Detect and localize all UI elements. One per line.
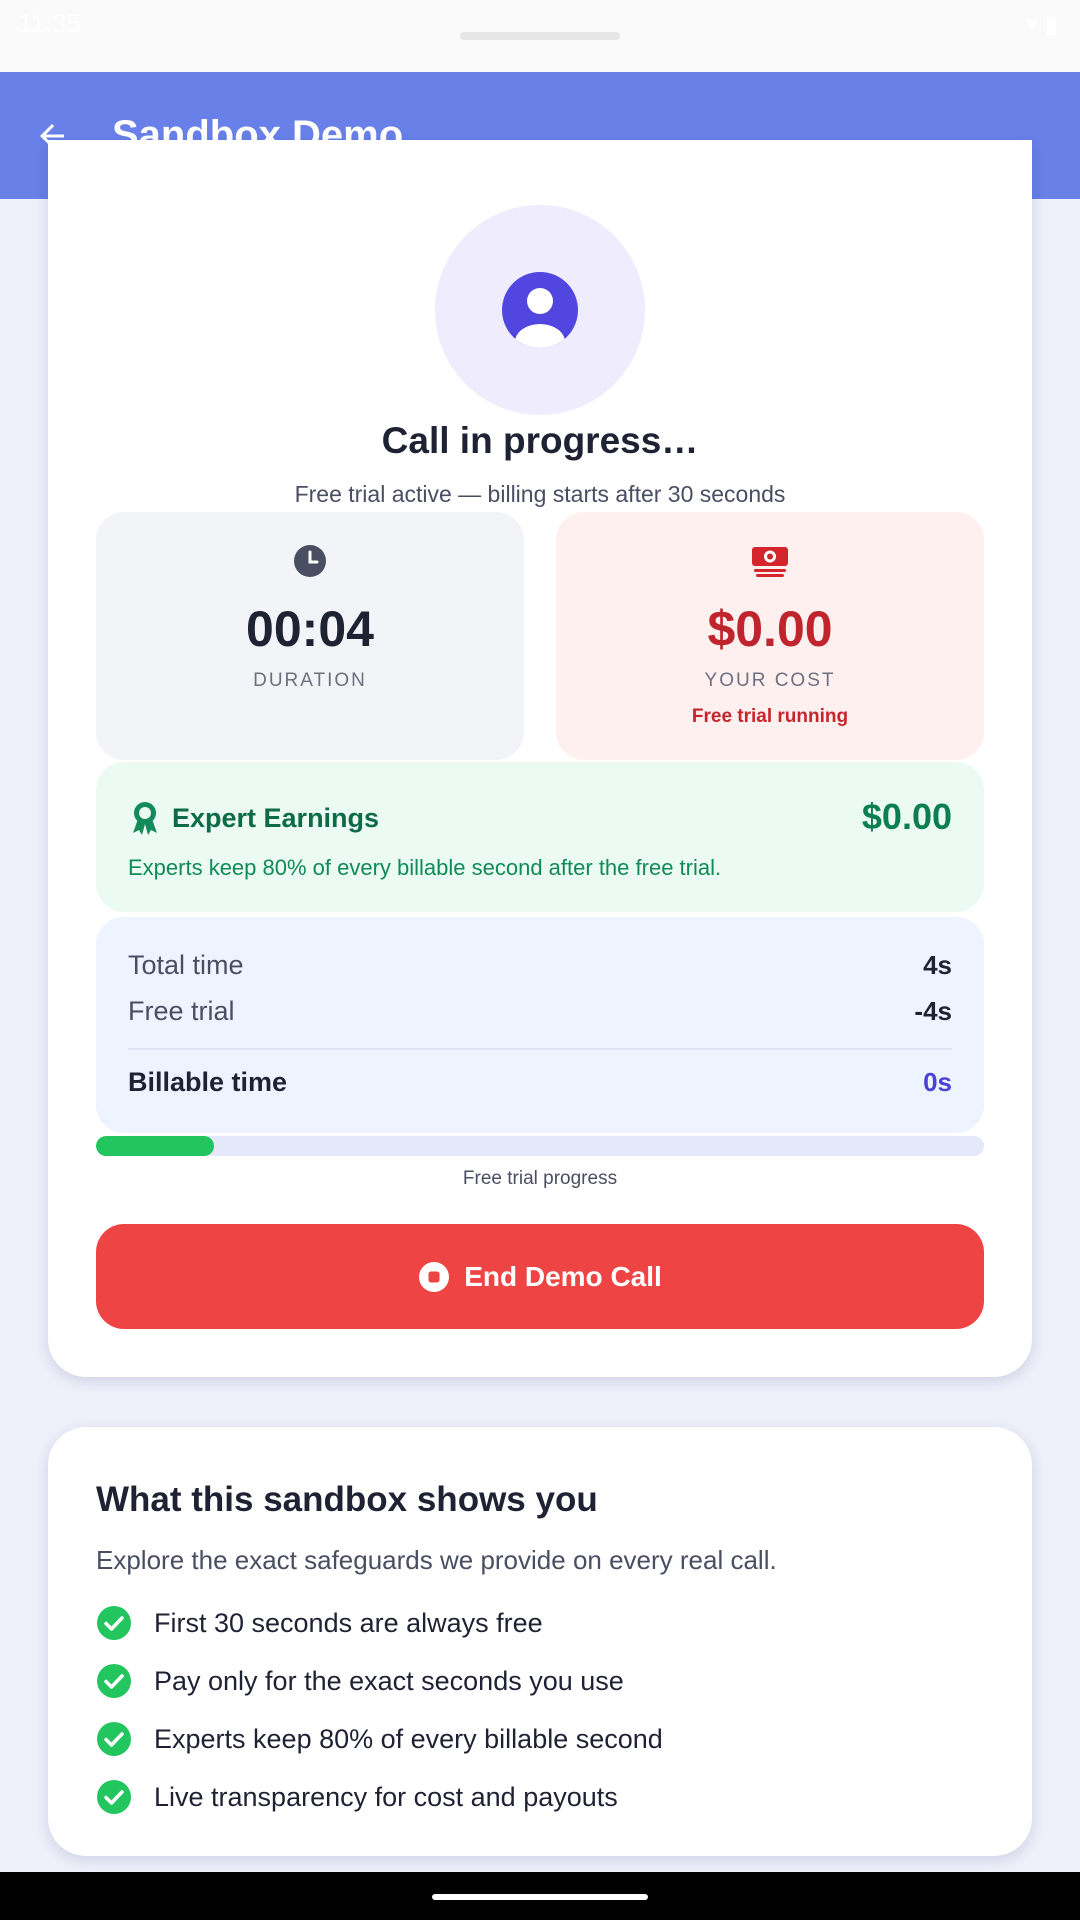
info-title: What this sandbox shows you <box>96 1480 598 1519</box>
list-item: Live transparency for cost and payouts <box>96 1768 663 1826</box>
duration-label: DURATION <box>253 670 367 691</box>
cost-value: $0.00 <box>707 601 833 657</box>
billable-time-label: Billable time <box>128 1067 288 1097</box>
duration-box: 00:04 DURATION <box>96 512 524 760</box>
avatar <box>435 205 645 415</box>
money-icon <box>752 547 788 577</box>
progress-caption: Free trial progress <box>462 1168 618 1189</box>
total-time-value: 4s <box>923 950 952 980</box>
home-gesture-handle[interactable] <box>432 1894 648 1900</box>
status-icons: ▾ ▮ <box>1026 11 1058 38</box>
divider <box>128 1048 952 1050</box>
list-item-text: Pay only for the exact seconds you use <box>154 1665 624 1696</box>
drag-handle <box>460 32 620 40</box>
check-circle-icon <box>97 1780 131 1814</box>
end-demo-call-label: End Demo Call <box>464 1260 662 1292</box>
list-item-text: Live transparency for cost and payouts <box>154 1781 618 1812</box>
duration-value: 00:04 <box>246 601 374 657</box>
info-description: Explore the exact safeguards we provide … <box>96 1545 777 1575</box>
free-trial-value: -4s <box>914 996 952 1026</box>
earnings-title: Expert Earnings <box>172 802 380 833</box>
billable-time-row: Billable time 0s <box>128 1067 952 1098</box>
list-item: Pay only for the exact seconds you use <box>96 1652 663 1710</box>
cost-label: YOUR COST <box>704 670 836 691</box>
earnings-description: Experts keep 80% of every billable secon… <box>128 855 722 880</box>
free-trial-row: Free trial -4s <box>128 996 952 1027</box>
check-circle-icon <box>97 1664 131 1698</box>
list-item: Experts keep 80% of every billable secon… <box>96 1710 663 1768</box>
clock-icon <box>294 545 326 577</box>
status-time: 11:35 <box>18 8 82 38</box>
call-status-subtitle: Free trial active — billing starts after… <box>294 481 786 507</box>
end-demo-call-button[interactable]: End Demo Call <box>96 1224 984 1329</box>
cost-box: $0.00 YOUR COST Free trial running <box>556 512 984 760</box>
progress-fill <box>96 1136 215 1156</box>
billable-time-value: 0s <box>923 1067 952 1097</box>
free-trial-progress-bar <box>96 1136 984 1156</box>
status-bar: 11:35 ▾ ▮ <box>0 0 1080 72</box>
check-circle-icon <box>97 1722 131 1756</box>
stop-icon <box>419 1261 450 1292</box>
award-icon <box>133 802 157 835</box>
cost-note: Free trial running <box>691 706 849 727</box>
earnings-amount: $0.00 <box>861 796 952 837</box>
list-item-text: Experts keep 80% of every billable secon… <box>154 1723 663 1754</box>
call-status-title: Call in progress… <box>381 420 699 461</box>
total-time-label: Total time <box>128 950 244 980</box>
check-circle-icon <box>97 1606 131 1640</box>
earnings-box: Expert Earnings $0.00 Experts keep 80% o… <box>96 762 984 912</box>
list-item: First 30 seconds are always free <box>96 1594 663 1652</box>
list-item-text: First 30 seconds are always free <box>154 1607 543 1638</box>
person-icon <box>502 272 578 348</box>
free-trial-label: Free trial <box>128 996 235 1026</box>
feature-list: First 30 seconds are always free Pay onl… <box>96 1594 663 1826</box>
total-time-row: Total time 4s <box>128 950 952 981</box>
